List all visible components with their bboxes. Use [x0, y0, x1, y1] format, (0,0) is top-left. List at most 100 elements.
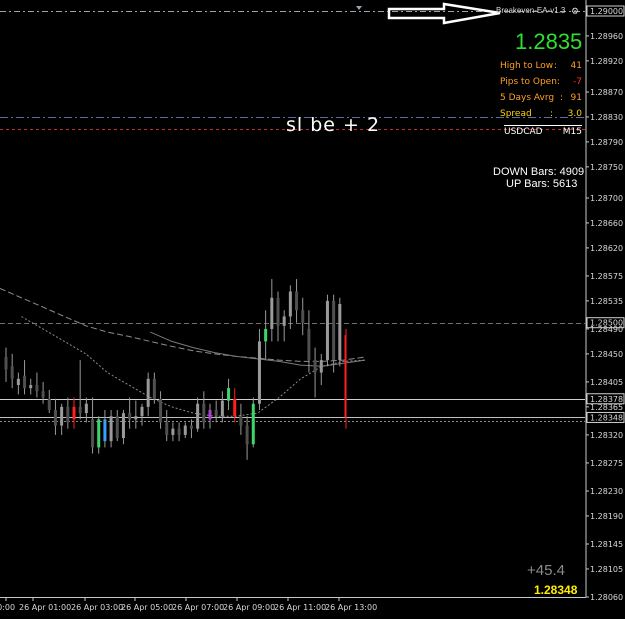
- time-tick-label: 26 Apr 13:00: [325, 603, 377, 612]
- candle-body: [264, 328, 268, 342]
- candle: [121, 409, 125, 445]
- top-marker: [356, 6, 362, 10]
- stat-value: 41: [570, 61, 582, 71]
- arrow-right-icon: [387, 2, 501, 25]
- candle-body: [307, 328, 311, 361]
- price-axis: 1.29000 1.28960 1.28920 1.28870 1.28830 1.287…: [0, 0, 625, 602]
- chart-window[interactable]: 1.29000 1.28960 1.28920 1.28870 1.28830 1.287…: [0, 0, 625, 619]
- candle: [146, 372, 150, 417]
- candle-body: [171, 428, 175, 435]
- candle: [115, 409, 119, 442]
- candle: [53, 398, 57, 435]
- candle: [338, 297, 342, 367]
- candle: [282, 310, 286, 342]
- candle-body: [47, 398, 51, 410]
- candle: [276, 291, 280, 342]
- candle-body: [177, 428, 181, 435]
- price-tick-label: 1.29000: [590, 7, 623, 16]
- price-tick-label: 1.28060: [590, 593, 623, 602]
- stat-sep: :: [560, 93, 564, 103]
- candle-body: [301, 310, 305, 323]
- candle: [270, 279, 274, 342]
- candle: [202, 391, 206, 429]
- candle: [165, 409, 169, 442]
- gear-icon[interactable]: ⚙: [571, 6, 579, 17]
- price-tick-label: 1.28105: [590, 565, 623, 574]
- candle-body: [72, 406, 76, 420]
- candle-body: [140, 406, 144, 417]
- candle-body: [239, 416, 243, 426]
- candle-body: [10, 366, 14, 379]
- stat-value: 91: [570, 93, 582, 103]
- candle: [140, 403, 144, 426]
- candle: [301, 297, 305, 336]
- price-tick-label: 1.28190: [590, 512, 623, 521]
- candle-body: [208, 409, 212, 420]
- time-tick-label: 26 Apr 09:00: [223, 603, 275, 612]
- candle: [29, 378, 33, 395]
- candle-body: [134, 416, 138, 420]
- candle-body: [53, 409, 57, 426]
- candle: [251, 397, 255, 448]
- time-axis: 00:00 26 Apr 01:0026 Apr 03:0026 Apr 05:0…: [0, 597, 377, 612]
- candle-body: [183, 425, 187, 435]
- candle-body: [251, 403, 255, 445]
- price-tick-label: 1.28535: [590, 297, 623, 306]
- candle: [41, 381, 45, 404]
- candle-body: [245, 425, 249, 445]
- price-tick-label: 1.28830: [590, 113, 623, 122]
- candle-body: [115, 416, 119, 439]
- time-tick-label: 26 Apr 01:00: [19, 603, 71, 612]
- candle-body: [146, 378, 150, 407]
- candle: [128, 397, 132, 429]
- annotation-text[interactable]: sl be + 2: [286, 114, 380, 136]
- candle-body: [270, 297, 274, 329]
- candle: [91, 397, 95, 454]
- price-tick-label: 1.28790: [590, 138, 623, 147]
- candle-body: [121, 413, 125, 439]
- candle-body: [109, 416, 113, 442]
- candle-body: [332, 300, 336, 361]
- candle-body: [91, 419, 95, 448]
- candle-body: [220, 400, 224, 417]
- candle-body: [313, 360, 317, 373]
- arrow-shape: [387, 2, 501, 25]
- time-tick-label: 26 Apr 11:00: [274, 603, 326, 612]
- candle-body: [128, 413, 132, 420]
- candle-body: [165, 422, 169, 435]
- candle: [171, 422, 175, 442]
- price-tick-label: 1.28750: [590, 163, 623, 172]
- candles: [4, 279, 347, 460]
- last-price: 1.28348: [534, 583, 578, 597]
- candle-body: [325, 300, 329, 361]
- candle: [183, 422, 187, 439]
- candle: [208, 403, 212, 429]
- current-price-display: 1.2835: [515, 29, 583, 54]
- candle: [325, 294, 329, 367]
- candle-body: [202, 403, 206, 423]
- price-tick-label: 1.28275: [590, 459, 623, 468]
- candle-body: [338, 304, 342, 361]
- candle: [214, 400, 218, 423]
- time-tick-label: 26 Apr 03:00: [71, 603, 123, 612]
- stat-label: High to Low: [500, 61, 554, 71]
- candle-body: [103, 419, 107, 442]
- candle: [4, 347, 8, 382]
- price-tick-label: 1.28490: [590, 325, 623, 334]
- candle: [257, 328, 261, 410]
- price-tick-label: 1.28920: [590, 57, 623, 66]
- candle: [196, 397, 200, 432]
- price-tick-label: 1.28870: [590, 88, 623, 97]
- candle-body: [159, 398, 163, 423]
- candle: [66, 397, 70, 429]
- candle: [60, 403, 64, 435]
- candle-body: [214, 409, 218, 417]
- price-tick-label: 1.28700: [590, 194, 623, 203]
- candle: [47, 390, 51, 414]
- stat-label: 5 Days Avrg: [500, 93, 555, 103]
- price-tick-label: 1.28575: [590, 272, 623, 281]
- price-tick-label: 1.28450: [590, 350, 623, 359]
- candle: [103, 409, 107, 448]
- candle-body: [288, 291, 292, 317]
- candle-body: [41, 391, 45, 398]
